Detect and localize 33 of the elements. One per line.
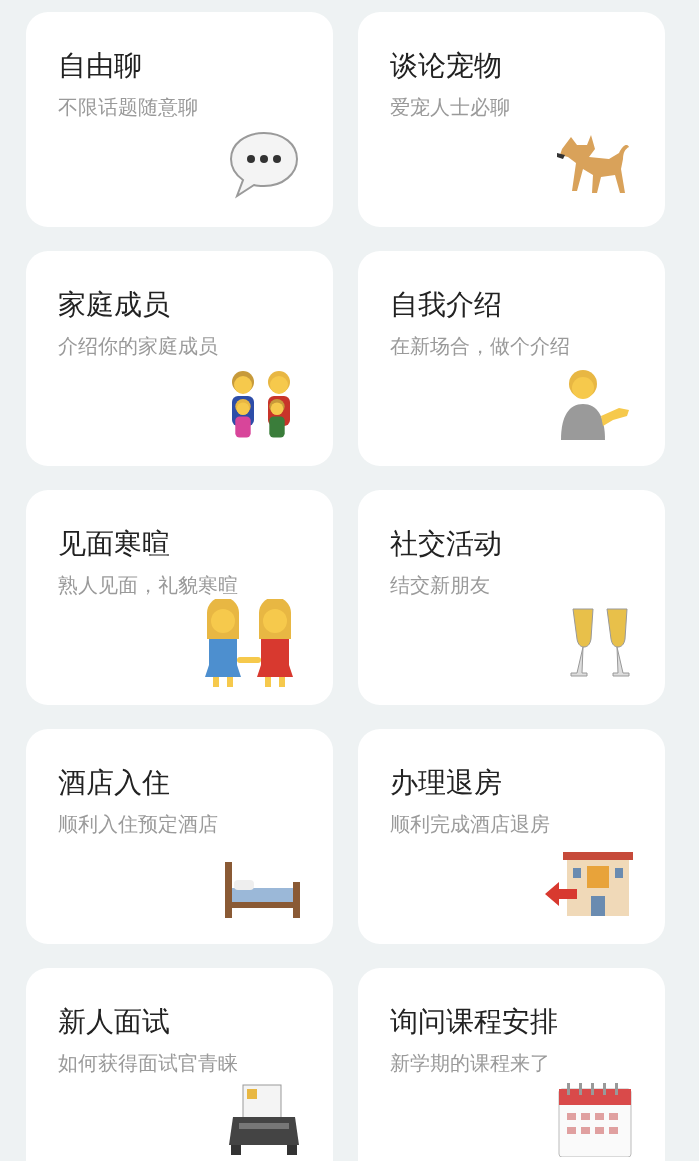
- card-title: 办理退房: [390, 765, 503, 801]
- card-title: 自我介绍: [390, 287, 503, 323]
- card-subtitle: 如何获得面试官青睐: [58, 1050, 239, 1077]
- card-title: 家庭成员: [58, 287, 171, 323]
- topic-card[interactable]: 办理退房 顺利完成酒店退房: [358, 729, 665, 944]
- card-title: 社交活动: [390, 526, 503, 562]
- topic-card[interactable]: 自由聊 不限话题随意聊: [26, 12, 333, 227]
- topic-card[interactable]: 见面寒暄 熟人见面，礼貌寒暄: [26, 490, 333, 705]
- card-title: 见面寒暄: [58, 526, 171, 562]
- topic-card[interactable]: 酒店入住 顺利入住预定酒店: [26, 729, 333, 944]
- card-subtitle: 熟人见面，礼貌寒暄: [58, 572, 239, 599]
- card-subtitle: 结交新朋友: [390, 572, 491, 599]
- topic-card[interactable]: 自我介绍 在新场合，做个介绍: [358, 251, 665, 466]
- card-subtitle: 顺利入住预定酒店: [58, 811, 219, 838]
- card-subtitle: 在新场合，做个介绍: [390, 333, 571, 360]
- card-subtitle: 新学期的课程来了: [390, 1050, 551, 1077]
- card-subtitle: 不限话题随意聊: [58, 94, 199, 121]
- card-subtitle: 顺利完成酒店退房: [390, 811, 551, 838]
- topic-card[interactable]: 社交活动 结交新朋友: [358, 490, 665, 705]
- topic-card[interactable]: 谈论宠物 爱宠人士必聊: [358, 12, 665, 227]
- topic-card[interactable]: 家庭成员 介绍你的家庭成员: [26, 251, 333, 466]
- topic-card[interactable]: 询问课程安排 新学期的课程来了: [358, 968, 665, 1161]
- topic-card[interactable]: 新人面试 如何获得面试官青睐: [26, 968, 333, 1161]
- card-title: 酒店入住: [58, 765, 171, 801]
- card-title: 询问课程安排: [390, 1004, 559, 1040]
- card-subtitle: 介绍你的家庭成员: [58, 333, 219, 360]
- fax-machine-icon: [227, 1083, 301, 1157]
- card-title: 自由聊: [58, 48, 143, 84]
- champagne-glasses-icon: [567, 605, 633, 679]
- card-title: 新人面试: [58, 1004, 171, 1040]
- card-subtitle: 爱宠人士必聊: [390, 94, 511, 121]
- card-title: 谈论宠物: [390, 48, 503, 84]
- calendar-icon: [557, 1083, 633, 1157]
